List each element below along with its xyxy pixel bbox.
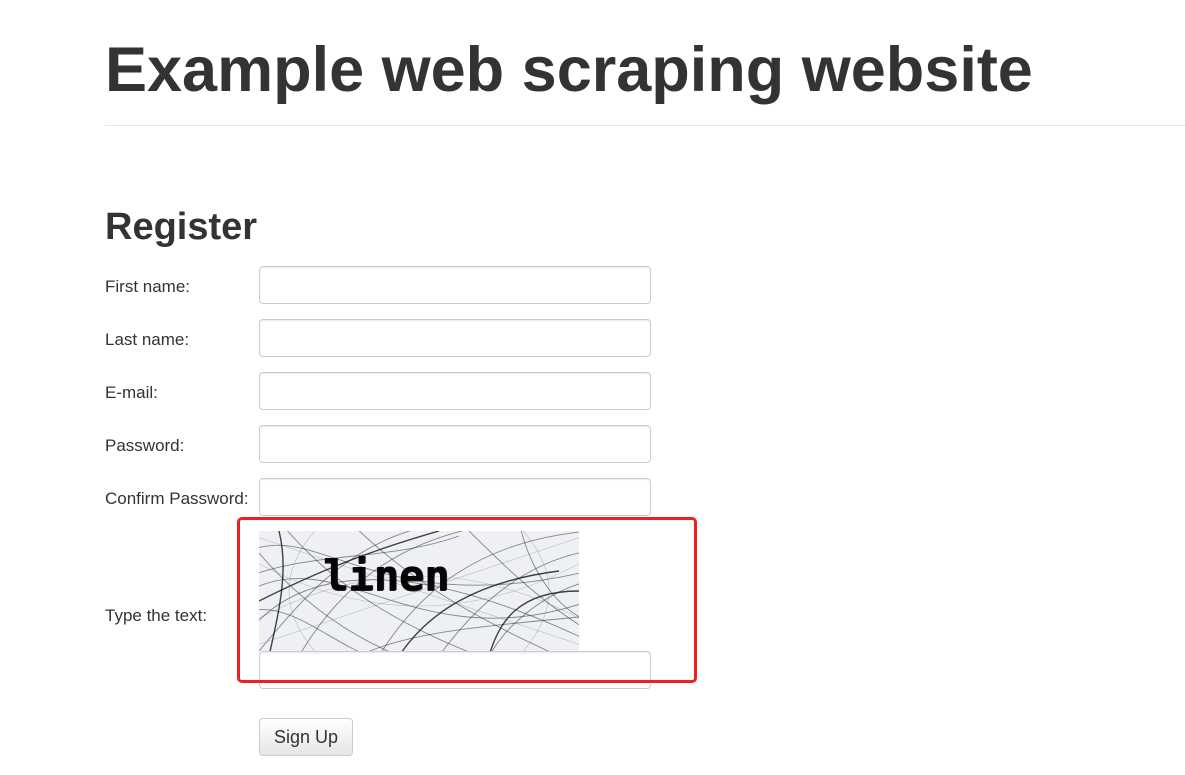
first-name-input[interactable] <box>259 266 651 304</box>
captcha-label: Type the text: <box>105 606 208 625</box>
last-name-label: Last name: <box>105 330 190 349</box>
sign-up-button[interactable]: Sign Up <box>259 718 353 756</box>
register-page: Example web scraping website Register Fi… <box>0 0 1185 775</box>
first-name-label: First name: <box>105 277 191 296</box>
captcha-text: linen <box>323 551 450 600</box>
password-input[interactable] <box>259 425 651 463</box>
captcha-image: linen <box>259 531 579 651</box>
confirm-password-label: Confirm Password: <box>105 489 249 508</box>
email-input[interactable] <box>259 372 651 410</box>
password-label: Password: <box>105 436 185 455</box>
confirm-password-input[interactable] <box>259 478 651 516</box>
header-divider <box>105 125 1185 126</box>
form-title: Register <box>105 206 258 248</box>
email-label: E-mail: <box>105 383 158 402</box>
captcha-input[interactable] <box>259 651 651 689</box>
site-title: Example web scraping website <box>105 35 1033 105</box>
last-name-input[interactable] <box>259 319 651 357</box>
